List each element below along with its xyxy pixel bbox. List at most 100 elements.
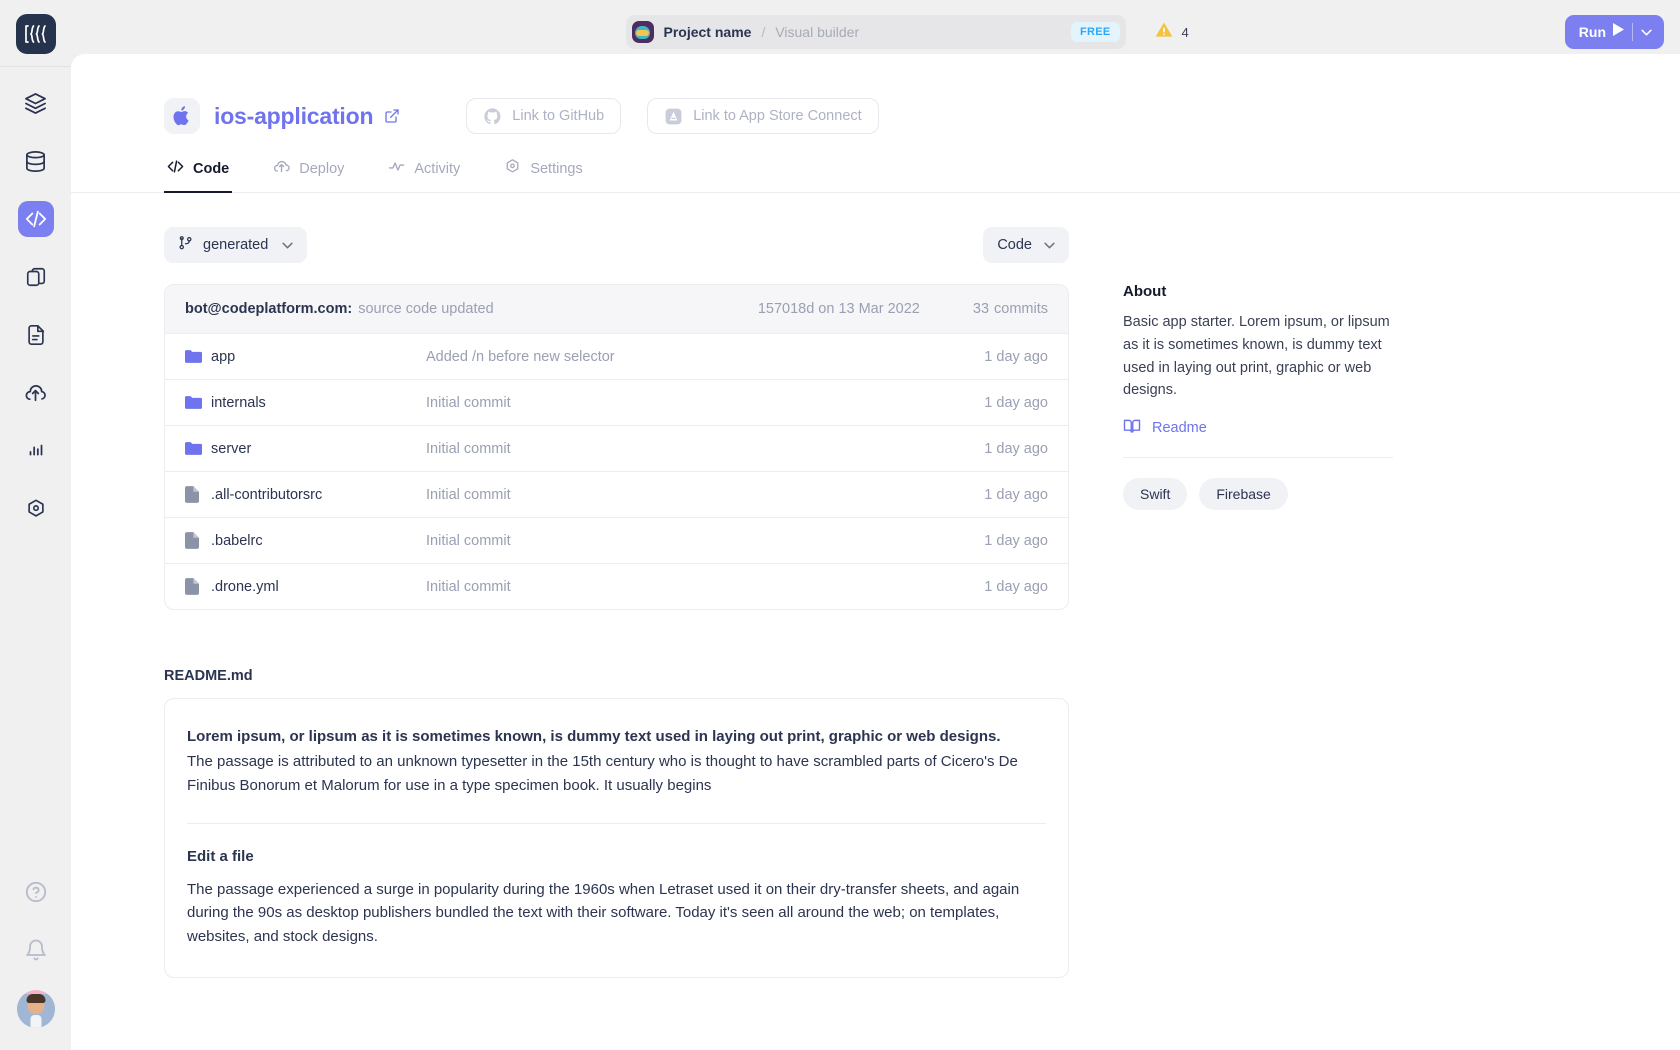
project-avatar-icon (631, 21, 654, 43)
sidebar-item-analytics[interactable] (18, 433, 54, 469)
breadcrumb-separator: / (761, 24, 766, 40)
table-row[interactable]: app Added /n before new selector 1 day a… (165, 333, 1068, 379)
about-divider (1123, 457, 1393, 458)
readme-section-body: The passage experienced a surge in popul… (187, 880, 1020, 946)
warning-triangle-icon (1154, 20, 1174, 45)
link-to-app-store-label: Link to App Store Connect (693, 108, 862, 124)
table-row[interactable]: .drone.yml Initial commit 1 day ago (165, 563, 1068, 609)
code-toolbar: generated Code (164, 227, 1069, 263)
link-to-github-label: Link to GitHub (512, 108, 605, 124)
rail-bottom (16, 874, 55, 1028)
file-commit-message: Initial commit (426, 394, 511, 411)
file-commit-message: Initial commit (426, 440, 511, 457)
file-name: internals (211, 394, 266, 411)
file-commit-message: Initial commit (426, 532, 511, 549)
latest-commit-bar: bot@codeplatform.com: source code update… (165, 285, 1068, 333)
file-browser: bot@codeplatform.com: source code update… (164, 284, 1069, 610)
breadcrumb[interactable]: Project name / Visual builder FREE (625, 15, 1126, 49)
app-store-icon (664, 107, 683, 126)
folder-icon (185, 349, 211, 364)
file-age: 1 day ago (984, 440, 1048, 457)
sidebar-item-deploy[interactable] (18, 375, 54, 411)
link-to-app-store-button[interactable]: Link to App Store Connect (647, 98, 879, 134)
run-button-label: Run (1578, 24, 1606, 40)
tab-code-label: Code (193, 160, 230, 177)
sidebar-item-documents[interactable] (18, 317, 54, 353)
sidebar-item-code[interactable] (17, 201, 54, 237)
code-download-dropdown[interactable]: Code (983, 227, 1069, 263)
page-body: generated Code bot@codeplatform.com: sou… (71, 193, 1680, 978)
file-age: 1 day ago (984, 348, 1048, 365)
file-commit-message: Added /n before new selector (426, 348, 615, 365)
readme-link-label: Readme (1152, 420, 1207, 436)
left-rail (0, 0, 71, 1050)
file-age: 1 day ago (984, 578, 1048, 595)
tag-list: Swift Firebase (1123, 478, 1393, 510)
sidebar-item-layers[interactable] (18, 85, 54, 121)
run-button[interactable]: Run (1564, 15, 1664, 49)
chevron-down-icon (1044, 237, 1055, 253)
content-panel: ios-application Link to GitHub Link to A… (71, 54, 1680, 1050)
tab-deploy[interactable]: Deploy (270, 158, 347, 192)
commit-count[interactable]: 33 commits (968, 301, 1048, 317)
tab-code[interactable]: Code (164, 158, 233, 193)
table-row[interactable]: server Initial commit 1 day ago (165, 425, 1068, 471)
plan-badge: FREE (1070, 22, 1120, 42)
warning-count: 4 (1181, 24, 1189, 40)
sidebar-item-database[interactable] (18, 143, 54, 179)
rail-divider (0, 66, 71, 67)
file-age: 1 day ago (984, 394, 1048, 411)
sidebar-item-pages[interactable] (18, 259, 54, 295)
file-commit-message: Initial commit (426, 486, 511, 503)
commit-count-label: commits (994, 301, 1048, 317)
file-commit-message: Initial commit (426, 578, 511, 595)
file-age: 1 day ago (984, 486, 1048, 503)
avatar[interactable] (16, 990, 55, 1028)
file-icon (185, 578, 211, 595)
commit-message[interactable]: source code updated (358, 301, 493, 317)
file-age: 1 day ago (984, 532, 1048, 549)
warnings-indicator[interactable]: 4 (1154, 20, 1189, 45)
table-row[interactable]: .all-contributorsrc Initial commit 1 day… (165, 471, 1068, 517)
bell-icon[interactable] (18, 932, 54, 968)
link-to-github-button[interactable]: Link to GitHub (466, 98, 622, 134)
app-window: Project name / Visual builder FREE 4 Run (0, 0, 1680, 1050)
readme-lead: Lorem ipsum, or lipsum as it is sometime… (187, 728, 1001, 745)
table-row[interactable]: internals Initial commit 1 day ago (165, 379, 1068, 425)
github-icon (483, 107, 502, 126)
book-icon (1123, 417, 1141, 439)
branch-selector[interactable]: generated (164, 227, 308, 263)
file-name: server (211, 440, 252, 457)
file-name: .babelrc (211, 532, 263, 549)
commit-hash-date: 157018d on 13 Mar 2022 (757, 301, 920, 317)
breadcrumb-section[interactable]: Visual builder (775, 24, 859, 40)
file-icon (185, 532, 211, 549)
chevron-down-icon (282, 237, 293, 253)
cloud-upload-icon (273, 158, 290, 179)
tab-deploy-label: Deploy (299, 160, 345, 177)
commit-count-value: 33 (972, 301, 990, 317)
tab-bar: Code Deploy Activity Settings (71, 158, 1680, 193)
code-icon (167, 158, 184, 179)
sidebar-item-settings[interactable] (18, 491, 54, 527)
readme-link[interactable]: Readme (1123, 417, 1393, 439)
breadcrumb-project-name[interactable]: Project name (664, 24, 752, 40)
external-link-icon[interactable] (384, 108, 400, 124)
chevron-down-icon[interactable] (1633, 29, 1660, 36)
play-icon (1613, 23, 1624, 41)
tag-chip[interactable]: Swift (1123, 478, 1188, 510)
tag-chip[interactable]: Firebase (1199, 478, 1288, 510)
file-name: .drone.yml (211, 578, 279, 595)
git-branch-icon (178, 235, 193, 255)
about-title: About (1123, 283, 1167, 300)
readme-section-title: Edit a file (187, 847, 254, 865)
readme-preview: Lorem ipsum, or lipsum as it is sometime… (164, 698, 1069, 978)
help-circle-icon[interactable] (18, 874, 54, 910)
codeplatform-logo-icon[interactable] (15, 14, 56, 54)
tab-settings[interactable]: Settings (501, 158, 585, 192)
readme-divider (187, 822, 1046, 824)
tab-activity-label: Activity (414, 160, 461, 177)
apple-icon (164, 98, 200, 134)
tab-activity[interactable]: Activity (385, 158, 463, 192)
table-row[interactable]: .babelrc Initial commit 1 day ago (165, 517, 1068, 563)
